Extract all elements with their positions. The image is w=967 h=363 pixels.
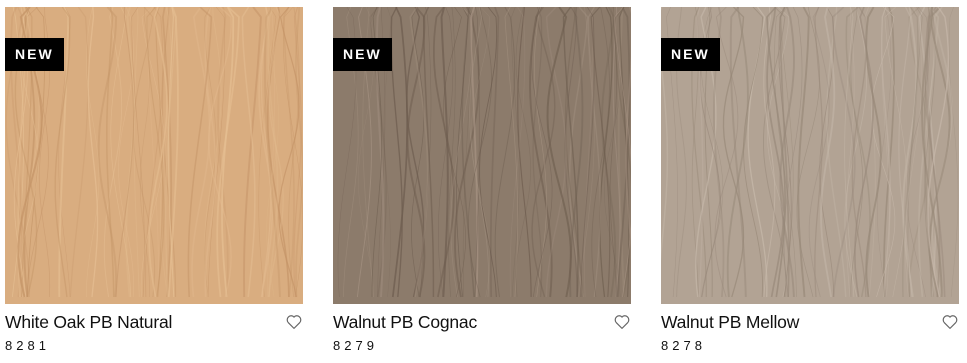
heart-icon[interactable] bbox=[941, 313, 959, 331]
product-code: 8279 bbox=[333, 338, 378, 353]
product-name[interactable]: White Oak PB Natural bbox=[5, 312, 172, 333]
new-badge: NEW bbox=[5, 38, 64, 71]
product-code: 8281 bbox=[5, 338, 50, 353]
product-grid: NEW White Oak PB Natural 8281 NEW Walnut… bbox=[0, 0, 967, 363]
product-card-white-oak-pb-natural[interactable]: NEW White Oak PB Natural 8281 bbox=[5, 7, 303, 357]
heart-icon[interactable] bbox=[613, 313, 631, 331]
new-badge: NEW bbox=[661, 38, 720, 71]
product-code: 8278 bbox=[661, 338, 706, 353]
product-card-walnut-pb-cognac[interactable]: NEW Walnut PB Cognac 8279 bbox=[333, 7, 631, 357]
product-card-walnut-pb-mellow[interactable]: NEW Walnut PB Mellow 8278 bbox=[661, 7, 959, 357]
product-name[interactable]: Walnut PB Mellow bbox=[661, 312, 799, 333]
product-name[interactable]: Walnut PB Cognac bbox=[333, 312, 477, 333]
new-badge: NEW bbox=[333, 38, 392, 71]
heart-icon[interactable] bbox=[285, 313, 303, 331]
